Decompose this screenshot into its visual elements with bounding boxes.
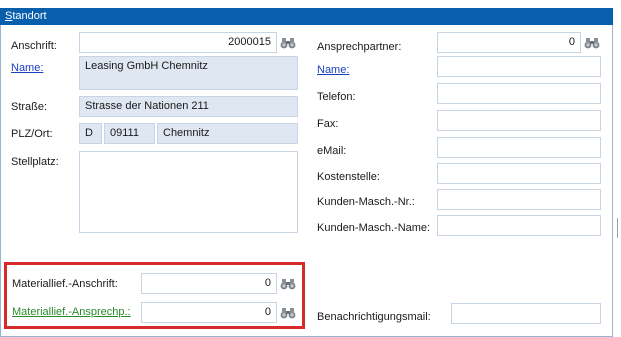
name-field: Leasing GmbH Chemnitz	[79, 56, 298, 90]
binoculars-icon[interactable]	[278, 33, 297, 52]
kunden-name-label: Kunden-Masch.-Name:	[317, 222, 431, 234]
mat-ansprech-link[interactable]: Materiallief.-Ansprechp.:	[12, 305, 131, 319]
mat-anschrift-input[interactable]: 0	[141, 273, 277, 294]
anschrift-label: Anschrift:	[11, 40, 57, 52]
splitter-line	[617, 218, 618, 238]
contact-name-link[interactable]: Name:	[317, 63, 349, 77]
contact-name-input[interactable]	[437, 56, 601, 77]
ansprechpartner-input[interactable]: 0	[437, 32, 581, 53]
mat-anschrift-label: Materiallief.-Anschrift:	[12, 278, 118, 290]
telefon-input[interactable]	[437, 83, 601, 104]
binoculars-icon[interactable]	[278, 274, 297, 293]
ort-field: Chemnitz	[157, 123, 298, 144]
kunden-name-input[interactable]	[437, 215, 601, 236]
kunden-nr-label: Kunden-Masch.-Nr.:	[317, 196, 415, 208]
email-input[interactable]	[437, 137, 601, 158]
kunden-nr-input[interactable]	[437, 189, 601, 210]
stellplatz-textarea[interactable]	[79, 151, 298, 233]
name-link[interactable]: Name:	[11, 61, 43, 75]
fax-label: Fax:	[317, 118, 339, 130]
plz-field: 09111	[104, 123, 155, 144]
email-label: eMail:	[317, 145, 347, 157]
strasse-label: Straße:	[11, 101, 48, 113]
binoculars-icon[interactable]	[278, 303, 297, 322]
strasse-field: Strasse der Nationen 211	[79, 96, 298, 117]
ansprechpartner-label: Ansprechpartner:	[317, 41, 402, 53]
panel-title: Standort	[0, 8, 613, 25]
benachrichtigung-label: Benachrichtigungsmail:	[317, 311, 431, 323]
country-field: D	[79, 123, 102, 144]
anschrift-input[interactable]: 2000015	[79, 32, 277, 53]
fax-input[interactable]	[437, 110, 601, 131]
benachrichtigung-input[interactable]	[451, 303, 601, 324]
plzort-label: PLZ/Ort:	[11, 128, 53, 140]
mat-ansprech-input[interactable]: 0	[141, 302, 277, 323]
telefon-label: Telefon:	[317, 91, 356, 103]
kostenstelle-input[interactable]	[437, 163, 601, 184]
kostenstelle-label: Kostenstelle:	[317, 171, 380, 183]
binoculars-icon[interactable]	[582, 33, 601, 52]
stellplatz-label: Stellplatz:	[11, 156, 59, 168]
title-text: tandort	[12, 10, 47, 22]
